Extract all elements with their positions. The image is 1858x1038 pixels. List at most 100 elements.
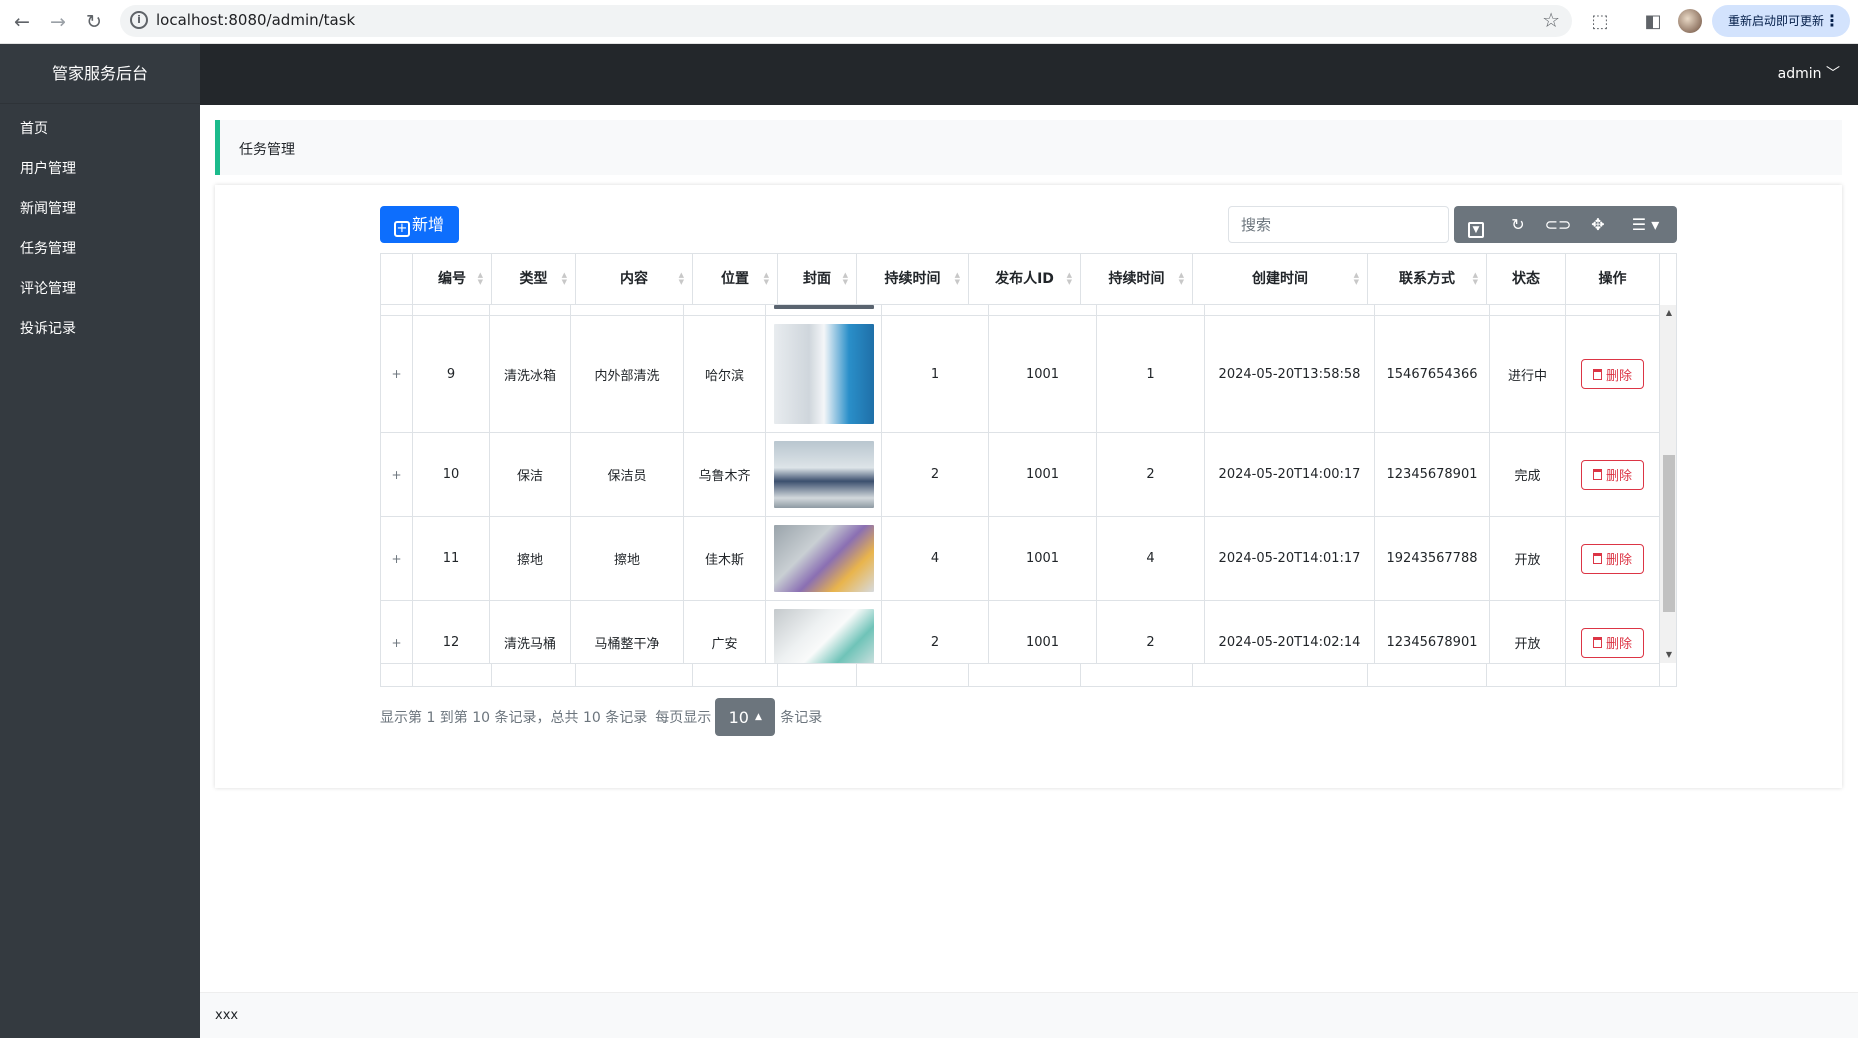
sort-icon: ▲ ▼ bbox=[954, 271, 960, 286]
cell-contact: 19243567788 bbox=[1375, 517, 1490, 600]
bookmark-star-icon[interactable]: ☆ bbox=[1542, 8, 1560, 32]
cell-cover bbox=[766, 433, 882, 516]
reload-icon[interactable]: ↻ bbox=[82, 10, 106, 34]
update-label: 重新启动即可更新 bbox=[1728, 14, 1825, 28]
brand-title: 管家服务后台 bbox=[0, 44, 200, 104]
th-id[interactable]: 编号 ▲ ▼ bbox=[413, 254, 492, 305]
th-contact[interactable]: 联系方式 ▲ ▼ bbox=[1368, 254, 1487, 305]
table-row[interactable]: + 10 保洁 保洁员 乌鲁木齐 2 1001 2 2024-05-20T14:… bbox=[381, 433, 1660, 517]
cell-status: 开放 bbox=[1490, 517, 1566, 600]
cell-status: 开放 bbox=[1490, 601, 1566, 663]
page-size-dropdown[interactable]: 10 ▲ bbox=[715, 698, 776, 736]
sort-icon: ▲ ▼ bbox=[561, 271, 567, 286]
expand-toggle[interactable]: + bbox=[381, 316, 413, 432]
delete-button[interactable]: 删除 bbox=[1581, 627, 1644, 658]
trash-icon bbox=[1592, 469, 1602, 480]
profile-avatar[interactable] bbox=[1678, 9, 1702, 33]
table-row[interactable]: + 9 清洗冰箱 内外部清洗 哈尔滨 1 1001 1 2024-05-20T1… bbox=[381, 316, 1660, 433]
refresh-icon: ↻ bbox=[1511, 215, 1525, 234]
th-created[interactable]: 创建时间 ▲ ▼ bbox=[1193, 254, 1368, 305]
cell-type: 清洗马桶 bbox=[490, 601, 571, 663]
trash-icon bbox=[1592, 637, 1602, 648]
th-type[interactable]: 类型 ▲ ▼ bbox=[492, 254, 576, 305]
toilet-cleaning-photo bbox=[773, 609, 874, 663]
kebab-menu-icon[interactable]: ⋮ bbox=[1824, 5, 1840, 37]
cover-image bbox=[773, 305, 874, 309]
site-info-icon[interactable]: i bbox=[130, 11, 148, 29]
cell-created: 2024-05-20T13:58:58 bbox=[1205, 316, 1375, 432]
table-row[interactable]: + 12 清洗马桶 马桶整干净 广安 2 1001 2 2024-05-20T1… bbox=[381, 601, 1660, 663]
toggle-view-button[interactable]: ⊂⊃ bbox=[1538, 206, 1578, 243]
cell-publisher: 1001 bbox=[989, 316, 1097, 432]
extensions-icon[interactable]: ⬚ bbox=[1587, 9, 1613, 35]
cell-cover bbox=[766, 316, 882, 432]
browser-update-button[interactable]: 重新启动即可更新 ⋮ bbox=[1712, 5, 1850, 37]
cell-content: 保洁员 bbox=[571, 433, 684, 516]
sidebar: 管家服务后台 首页 用户管理 新闻管理 任务管理 评论管理 投诉记录 bbox=[0, 44, 200, 1038]
pagination-switch-button[interactable]: ▼ bbox=[1454, 206, 1498, 243]
floor-cleaning-photo bbox=[773, 525, 874, 592]
sidebar-item-news[interactable]: 新闻管理 bbox=[0, 189, 200, 229]
cell-actions: 删除 bbox=[1566, 517, 1660, 600]
plus-square-icon: + bbox=[394, 221, 410, 237]
th-cover[interactable]: 封面 ▲ ▼ bbox=[778, 254, 857, 305]
expand-toggle[interactable]: + bbox=[381, 517, 413, 600]
table-scrollbar[interactable]: ▲ ▼ bbox=[1660, 305, 1676, 663]
delete-button[interactable]: 删除 bbox=[1581, 543, 1644, 574]
cell-status: 完成 bbox=[1490, 433, 1566, 516]
cell-actions: 删除 bbox=[1566, 601, 1660, 663]
cell-type: 清洗冰箱 bbox=[490, 316, 571, 432]
sort-icon: ▲ ▼ bbox=[1353, 271, 1359, 286]
table-header: 编号 ▲ ▼ 类型 ▲ ▼ 内容 ▲ ▼ 位置 ▲ ▼ 封面 ▲ ▼ 持续时间 ▲ ▼ 发布人ID ▲ ▼ … bbox=[381, 254, 1660, 305]
sidebar-item-comments[interactable]: 评论管理 bbox=[0, 269, 200, 309]
fullscreen-icon: ✥ bbox=[1591, 215, 1605, 234]
side-panel-icon[interactable]: ◧ bbox=[1640, 9, 1666, 35]
top-navbar: admin ﹀ bbox=[200, 44, 1858, 105]
url-text[interactable]: localhost:8080/admin/task bbox=[156, 11, 355, 29]
th-duration-2[interactable]: 持续时间 ▲ ▼ bbox=[1081, 254, 1193, 305]
scroll-down-arrow-icon[interactable]: ▼ bbox=[1660, 647, 1676, 663]
browser-toolbar: ← → ↻ i localhost:8080/admin/task ☆ ⬚ ◧ … bbox=[0, 0, 1858, 44]
trash-icon bbox=[1592, 553, 1602, 564]
footer-text: xxx bbox=[215, 1008, 239, 1023]
columns-dropdown-button[interactable]: ☰ ▾ bbox=[1618, 206, 1673, 243]
table-row[interactable]: + 11 擦地 擦地 佳木斯 4 1001 4 2024-05-20T14:01… bbox=[381, 517, 1660, 601]
cell-content: 马桶整干净 bbox=[571, 601, 684, 663]
th-publisher-id[interactable]: 发布人ID ▲ ▼ bbox=[969, 254, 1081, 305]
refresh-button[interactable]: ↻ bbox=[1498, 206, 1538, 243]
th-content[interactable]: 内容 ▲ ▼ bbox=[576, 254, 693, 305]
add-button[interactable]: + 新增 bbox=[380, 206, 459, 243]
cell-type: 擦地 bbox=[490, 517, 571, 600]
th-location[interactable]: 位置 ▲ ▼ bbox=[693, 254, 778, 305]
back-arrow-icon[interactable]: ← bbox=[10, 10, 34, 34]
pagination-info: 显示第 1 到第 10 条记录，总共 10 条记录 每页显示 10 ▲ 条记录 bbox=[380, 697, 822, 737]
cell-cover bbox=[766, 517, 882, 600]
expand-toggle[interactable]: + bbox=[381, 433, 413, 516]
add-label: 新增 bbox=[412, 215, 445, 234]
toggle-icon: ⊂⊃ bbox=[1544, 215, 1572, 234]
scrollbar-thumb[interactable] bbox=[1663, 455, 1675, 612]
vacuum-cleaning-photo bbox=[773, 441, 874, 508]
user-dropdown[interactable]: admin ﹀ bbox=[1778, 44, 1840, 105]
delete-button[interactable]: 删除 bbox=[1581, 459, 1644, 490]
sort-icon: ▲ ▼ bbox=[1178, 271, 1184, 286]
sidebar-item-users[interactable]: 用户管理 bbox=[0, 149, 200, 189]
task-table: 编号 ▲ ▼ 类型 ▲ ▼ 内容 ▲ ▼ 位置 ▲ ▼ 封面 ▲ ▼ 持续时间 ▲ ▼ 发布人ID ▲ ▼ … bbox=[380, 253, 1677, 687]
sidebar-item-complaints[interactable]: 投诉记录 bbox=[0, 309, 200, 349]
sidebar-item-tasks[interactable]: 任务管理 bbox=[0, 229, 200, 269]
cell-id: 9 bbox=[413, 316, 490, 432]
breadcrumb: 任务管理 bbox=[215, 120, 1842, 175]
sidebar-item-home[interactable]: 首页 bbox=[0, 109, 200, 149]
th-duration[interactable]: 持续时间 ▲ ▼ bbox=[857, 254, 969, 305]
page-title: 任务管理 bbox=[239, 142, 295, 158]
delete-button[interactable]: 删除 bbox=[1581, 359, 1644, 389]
search-input[interactable] bbox=[1228, 206, 1449, 243]
table-row bbox=[381, 305, 1660, 316]
address-bar[interactable]: i localhost:8080/admin/task ☆ bbox=[120, 5, 1572, 37]
scroll-up-arrow-icon[interactable]: ▲ bbox=[1660, 305, 1676, 321]
forward-arrow-icon[interactable]: → bbox=[46, 10, 70, 34]
fullscreen-button[interactable]: ✥ bbox=[1578, 206, 1618, 243]
expand-toggle[interactable]: + bbox=[381, 601, 413, 663]
th-actions: 操作 bbox=[1566, 254, 1660, 305]
trash-icon bbox=[1592, 368, 1602, 380]
